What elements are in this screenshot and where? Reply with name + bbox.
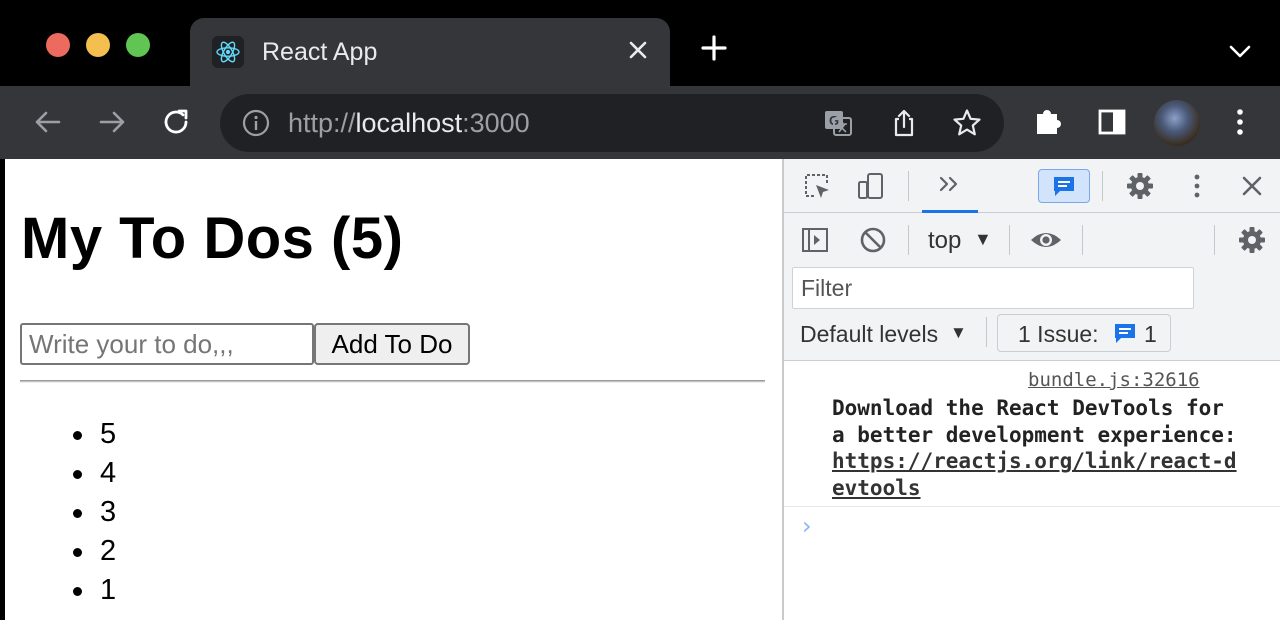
devtools-tab-bar bbox=[784, 159, 1280, 213]
console-toolbar: top ▼ Default levels ▼ 1 Issue: 1 bbox=[784, 213, 1280, 361]
share-icon[interactable] bbox=[888, 107, 920, 139]
devtools-link[interactable]: https://reactjs.org/link/react-devtools bbox=[832, 449, 1237, 500]
page-title: My To Dos (5) bbox=[21, 206, 404, 271]
console-output: bundle.js:32616 Download the React DevTo… bbox=[784, 362, 1280, 620]
inspect-element-icon[interactable] bbox=[800, 169, 834, 203]
toolbar-divider bbox=[1082, 225, 1083, 255]
chevron-down-icon[interactable] bbox=[1224, 36, 1256, 68]
todo-input[interactable] bbox=[20, 323, 314, 365]
url-text[interactable]: http://localhost:3000 bbox=[288, 108, 530, 139]
toolbar-divider bbox=[986, 317, 987, 347]
issue-message-icon bbox=[1112, 321, 1138, 350]
horizontal-rule bbox=[20, 380, 765, 383]
toolbar-divider bbox=[1102, 171, 1103, 201]
more-tabs-chevron-icon[interactable] bbox=[922, 159, 978, 213]
dropdown-arrow-icon[interactable]: ▼ bbox=[950, 323, 967, 343]
eye-icon[interactable] bbox=[1029, 223, 1063, 257]
extensions-puzzle-icon[interactable] bbox=[1030, 104, 1066, 140]
device-toolbar-icon[interactable] bbox=[854, 169, 888, 203]
site-info-icon[interactable] bbox=[240, 107, 272, 139]
todo-item: 2 bbox=[71, 532, 116, 571]
devtools-panel: top ▼ Default levels ▼ 1 Issue: 1 bundle… bbox=[784, 159, 1280, 620]
profile-avatar[interactable] bbox=[1154, 100, 1200, 146]
console-settings-gear-icon[interactable] bbox=[1235, 223, 1269, 257]
close-icon[interactable] bbox=[1235, 169, 1269, 203]
todo-item: 1 bbox=[71, 571, 116, 610]
bookmark-star-icon[interactable] bbox=[951, 107, 983, 139]
minimize-window-button[interactable] bbox=[86, 33, 110, 57]
log-separator bbox=[784, 506, 1280, 507]
web-page: My To Dos (5) Add To Do 5 4 3 2 1 bbox=[5, 159, 782, 620]
translate-icon[interactable]: G bbox=[822, 107, 854, 139]
todo-item: 5 bbox=[71, 415, 116, 454]
back-arrow-icon[interactable] bbox=[30, 104, 66, 140]
url-port: :3000 bbox=[462, 108, 530, 138]
close-tab-icon[interactable] bbox=[622, 34, 654, 66]
issues-button[interactable]: 1 Issue: 1 bbox=[997, 314, 1171, 352]
toolbar-divider bbox=[908, 225, 909, 255]
context-selector[interactable]: top bbox=[928, 227, 961, 255]
toolbar-divider bbox=[1214, 225, 1215, 255]
todo-item: 3 bbox=[71, 493, 116, 532]
kebab-menu-icon[interactable] bbox=[1180, 169, 1214, 203]
console-messages-icon[interactable] bbox=[1038, 169, 1090, 203]
issues-label: 1 Issue: bbox=[1018, 321, 1099, 347]
toolbar-divider bbox=[1009, 225, 1010, 255]
gear-icon[interactable] bbox=[1123, 169, 1157, 203]
console-filter-input[interactable] bbox=[792, 267, 1194, 309]
side-panel-icon[interactable] bbox=[1094, 104, 1130, 140]
toolbar-divider bbox=[908, 171, 909, 201]
tab-react-app[interactable]: React App bbox=[190, 18, 670, 86]
dropdown-arrow-icon[interactable]: ▼ bbox=[974, 229, 992, 250]
address-bar[interactable]: http://localhost:3000 G bbox=[220, 94, 1004, 152]
url-scheme: http:// bbox=[288, 108, 356, 138]
todo-item: 4 bbox=[71, 454, 116, 493]
kebab-menu-icon[interactable] bbox=[1222, 104, 1258, 140]
add-todo-button[interactable]: Add To Do bbox=[314, 323, 470, 365]
url-host: localhost bbox=[355, 108, 463, 138]
issues-count: 1 bbox=[1144, 321, 1157, 347]
title-bar: React App bbox=[0, 0, 1280, 86]
console-prompt-icon[interactable]: › bbox=[802, 512, 812, 540]
tab-title: React App bbox=[262, 38, 378, 66]
todo-list: 5 4 3 2 1 bbox=[71, 415, 116, 610]
log-message-text: Download the React DevTools for a better… bbox=[832, 396, 1237, 447]
browser-toolbar: http://localhost:3000 G bbox=[0, 86, 1280, 159]
maximize-window-button[interactable] bbox=[126, 33, 150, 57]
clear-console-icon[interactable] bbox=[856, 223, 890, 257]
log-source-link[interactable]: bundle.js:32616 bbox=[1028, 369, 1200, 391]
reload-icon[interactable] bbox=[158, 104, 194, 140]
close-window-button[interactable] bbox=[46, 33, 70, 57]
log-levels-dropdown[interactable]: Default levels bbox=[800, 321, 938, 348]
sidebar-toggle-icon[interactable] bbox=[798, 223, 832, 257]
log-message: Download the React DevTools for a better… bbox=[832, 395, 1242, 501]
react-logo-icon bbox=[212, 36, 244, 68]
forward-arrow-icon[interactable] bbox=[94, 104, 130, 140]
new-tab-icon[interactable] bbox=[696, 30, 732, 66]
